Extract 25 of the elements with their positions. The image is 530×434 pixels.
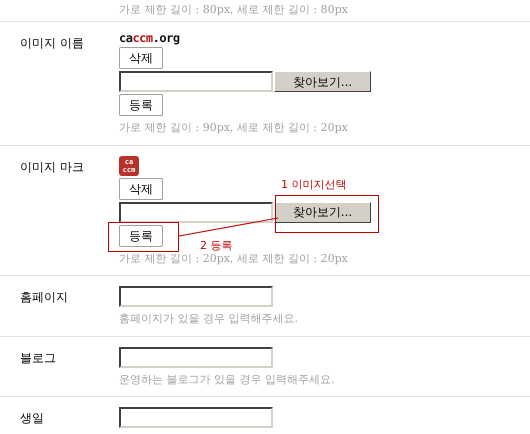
small-button[interactable]: 삭제 (119, 47, 163, 69)
field-label: 이미지 이름 (20, 35, 85, 52)
hint-text: 가로 제한 길이 : 80px, 세로 제한 길이 : 80px (119, 2, 348, 18)
field-label: 홈페이지 (20, 289, 69, 306)
site-logo: caccm.org (119, 32, 180, 45)
input-field[interactable] (119, 71, 273, 92)
hint-text: 가로 제한 길이 : 20px, 세로 제한 길이 : 20px (119, 251, 348, 266)
input-field[interactable] (119, 346, 273, 368)
input-field[interactable] (119, 202, 273, 222)
hint-text: 운영하는 블로그가 있을 경우 입력해주세요. (119, 372, 334, 388)
field-label: 블로그 (20, 350, 57, 366)
input-field[interactable] (119, 286, 273, 307)
field-label: 이미지 마크 (20, 158, 85, 176)
annotation-label: 1 이미지선택 (281, 176, 346, 192)
input-field[interactable] (119, 407, 273, 428)
small-button[interactable]: 등록 (119, 224, 163, 246)
hint-text: 가로 제한 길이 : 90px, 세로 제한 길이 : 20px (119, 120, 348, 136)
small-button[interactable]: 삭제 (119, 178, 163, 200)
hint-text: 홈페이지가 있을 경우 입력해주세요. (119, 311, 298, 327)
browse-button[interactable]: 찾아보기... (274, 71, 371, 92)
annotation-box (108, 222, 179, 252)
small-button[interactable]: 등록 (119, 94, 163, 116)
annotation-label: 2 등록 (200, 238, 232, 252)
browse-button[interactable]: 찾아보기... (274, 202, 371, 222)
field-label: 생일 (20, 410, 45, 427)
